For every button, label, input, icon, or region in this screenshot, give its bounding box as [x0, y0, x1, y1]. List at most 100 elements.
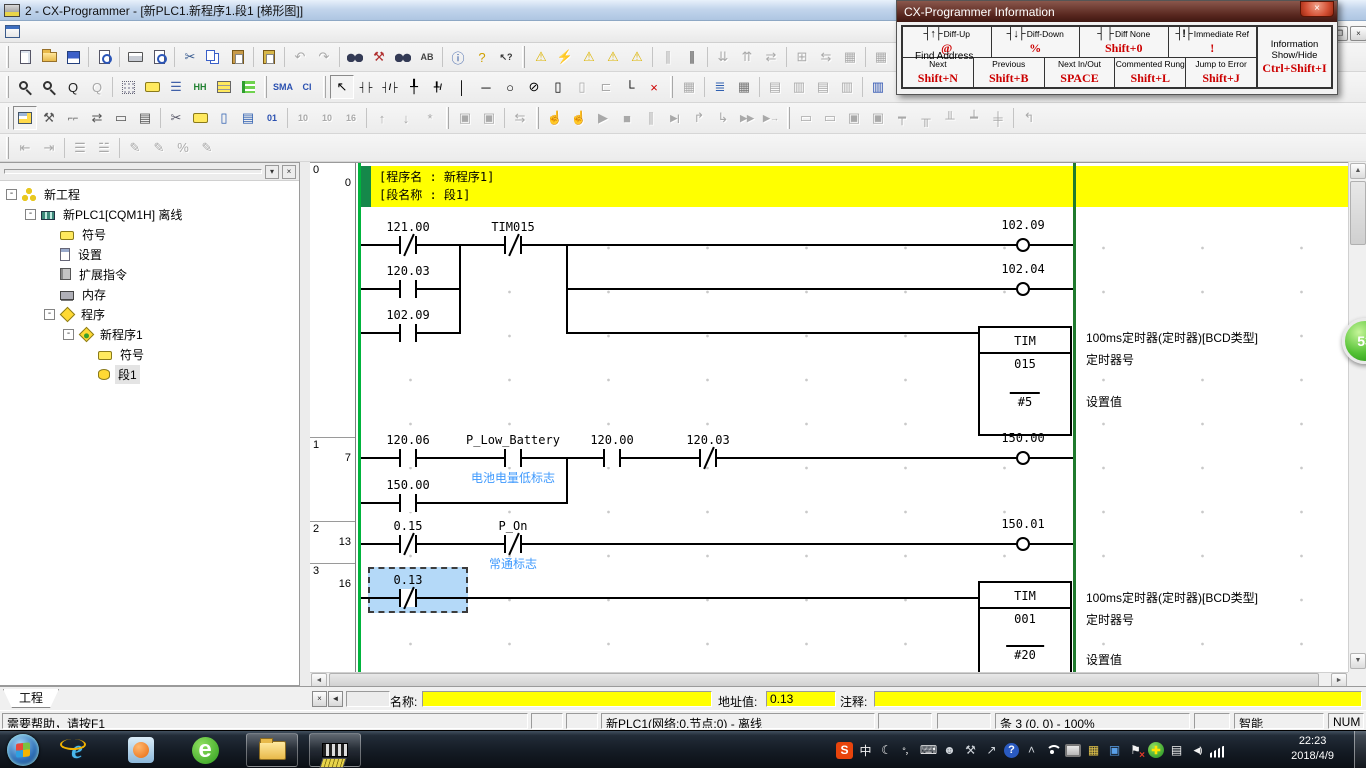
tree-item-section1[interactable]: 段1	[0, 364, 299, 384]
io-comment-view[interactable]: ▤	[236, 106, 260, 130]
step-out[interactable]: ↳	[711, 106, 735, 130]
tree-item-symbols[interactable]: 符号	[0, 224, 299, 244]
ime-moon-icon[interactable]: ☾	[878, 742, 895, 759]
scroll-up-button[interactable]: ▲	[1350, 163, 1366, 179]
delete-line[interactable]: ×	[642, 75, 666, 99]
contact-no-120-03[interactable]: 120.03	[399, 280, 417, 298]
mark-percent[interactable]: %	[171, 136, 195, 160]
contact-no-120-06[interactable]: 120.06	[399, 449, 417, 467]
print-preview[interactable]	[147, 45, 171, 69]
find-symbol[interactable]: AB	[415, 45, 439, 69]
wmp-taskbar-icon[interactable]	[126, 736, 156, 764]
zoom-out[interactable]: Q	[61, 75, 85, 99]
return-path[interactable]: ↰	[1017, 106, 1041, 130]
tree-item-program1[interactable]: - 新程序1	[0, 324, 299, 344]
toolbar-grip[interactable]	[446, 107, 449, 129]
network-signal-icon[interactable]	[1210, 746, 1224, 758]
contact-nc-0-13-selected[interactable]: 0.13	[399, 589, 417, 607]
tree-item-instructions[interactable]: 扩展指令	[0, 264, 299, 284]
pause[interactable]: ∥	[680, 45, 704, 69]
step-run[interactable]: ▶|	[663, 106, 687, 130]
toolbar-grip[interactable]	[6, 137, 9, 159]
replace[interactable]	[391, 45, 415, 69]
workspace-dropdown-button[interactable]: ▾	[265, 165, 279, 179]
net-split-1[interactable]: ╨	[938, 106, 962, 130]
paste[interactable]	[226, 45, 250, 69]
net-split-2[interactable]: ┷	[962, 106, 986, 130]
tree-expander[interactable]: -	[63, 329, 74, 340]
rung-comment-block[interactable]: [程序名 : 新程序1] [段名称 : 段1]	[361, 166, 1348, 207]
toolbar-grip[interactable]	[536, 107, 539, 129]
info-window-titlebar[interactable]: CX-Programmer Information ×	[897, 1, 1337, 22]
ie-taskbar-icon[interactable]: e	[62, 736, 92, 764]
transfer-grey[interactable]: ⇆	[508, 106, 532, 130]
scan-run[interactable]: ▶→	[759, 106, 783, 130]
launch-tray-icon[interactable]: ↗	[983, 742, 1000, 759]
rung-comment-show[interactable]	[140, 75, 164, 99]
scroll-down-button[interactable]: ▼	[1350, 653, 1366, 669]
tree-label[interactable]: 新PLC1[CQM1H] 离线	[60, 205, 185, 224]
tim-001-block[interactable]: TIM 001 #20	[978, 581, 1072, 673]
ladder-canvas[interactable]: [程序名 : 新程序1] [段名称 : 段1] 121.00 TIM015 12…	[356, 163, 1348, 673]
edit-grey-2[interactable]: ▥	[787, 75, 811, 99]
compile-check[interactable]	[92, 45, 116, 69]
contact-no-p-low-battery[interactable]: P_Low_Battery	[504, 449, 522, 467]
start-button[interactable]	[7, 734, 39, 766]
compare-with-plc[interactable]: ⇄	[759, 45, 783, 69]
display-tray-icon[interactable]	[1065, 744, 1081, 757]
tree-label[interactable]: 符号	[79, 225, 109, 244]
net-cross[interactable]: ╪	[986, 106, 1010, 130]
toolbar-grip[interactable]	[522, 46, 525, 68]
diff-report[interactable]: ▦	[732, 75, 756, 99]
sim-transfer[interactable]: ⇆	[814, 45, 838, 69]
mnemonic-view[interactable]	[236, 75, 260, 99]
name-field[interactable]	[422, 691, 712, 707]
paste-rung[interactable]	[257, 45, 281, 69]
tree-label[interactable]: 符号	[117, 345, 147, 364]
upload-from-plc[interactable]: ⇈	[735, 45, 759, 69]
contact-nc-0-15[interactable]: 0.15	[399, 535, 417, 553]
new-contact-nc[interactable]: ┤/├	[378, 75, 402, 99]
taskbar-clock[interactable]: 22:23 2018/4/9	[1291, 734, 1334, 764]
tree-label[interactable]: 段1	[115, 365, 140, 384]
edit-grey-3[interactable]: ▤	[811, 75, 835, 99]
toolbar-grip[interactable]	[6, 107, 9, 129]
contact-nc-tim015[interactable]: TIM015	[504, 236, 522, 254]
rung-list[interactable]: ☰	[164, 75, 188, 99]
tree-item-program1-symbols[interactable]: 符号	[0, 344, 299, 364]
volume-icon[interactable]: ◀)	[1189, 742, 1206, 759]
sim-box-1[interactable]: ▣	[842, 106, 866, 130]
tree-item-project[interactable]: -新工程	[0, 184, 299, 204]
pause-grey[interactable]: ∥	[656, 45, 680, 69]
new-instruction[interactable]: ▯	[546, 75, 570, 99]
cx-programmer-taskbar-button[interactable]	[309, 733, 361, 767]
mark-pen-x[interactable]: ✎	[195, 136, 219, 160]
select-mode[interactable]: ↖	[330, 75, 354, 99]
workspace-close-button[interactable]: ×	[282, 165, 296, 179]
tree-label[interactable]: 内存	[79, 285, 109, 304]
net-join-1[interactable]: ┯	[890, 106, 914, 130]
sim-cmt-1[interactable]: ▭	[794, 106, 818, 130]
tree-label[interactable]: 新程序1	[97, 325, 146, 344]
show-desktop-button[interactable]	[1354, 731, 1366, 768]
new-vertical-line[interactable]: │	[450, 75, 474, 99]
rung-header-2[interactable]: 2 13	[310, 522, 355, 564]
sogou-input-icon[interactable]: S	[836, 742, 853, 759]
sim-cmt-2[interactable]: ▭	[818, 106, 842, 130]
print[interactable]	[123, 45, 147, 69]
undo[interactable]: ↶	[288, 45, 312, 69]
ime-keyboard-icon[interactable]: ⌨	[920, 742, 937, 759]
zoom-fit[interactable]: Q	[85, 75, 109, 99]
symbol-table-window[interactable]	[188, 106, 212, 130]
align-list-1[interactable]: ☰	[68, 136, 92, 160]
contact-no-102-09[interactable]: 102.09	[399, 324, 417, 342]
rung-header-3[interactable]: 3 16	[310, 564, 355, 673]
cut[interactable]: ✂	[178, 45, 202, 69]
online-work[interactable]: ⚡	[553, 45, 577, 69]
comment-field[interactable]	[874, 691, 1362, 707]
rung-header-1[interactable]: 1 7	[310, 438, 355, 522]
vertical-scroll-thumb[interactable]	[1350, 181, 1366, 245]
monitor-signed[interactable]: 10	[315, 106, 339, 130]
cross-reference[interactable]: ⇄	[85, 106, 109, 130]
io-monitor-window[interactable]: HH	[188, 75, 212, 99]
